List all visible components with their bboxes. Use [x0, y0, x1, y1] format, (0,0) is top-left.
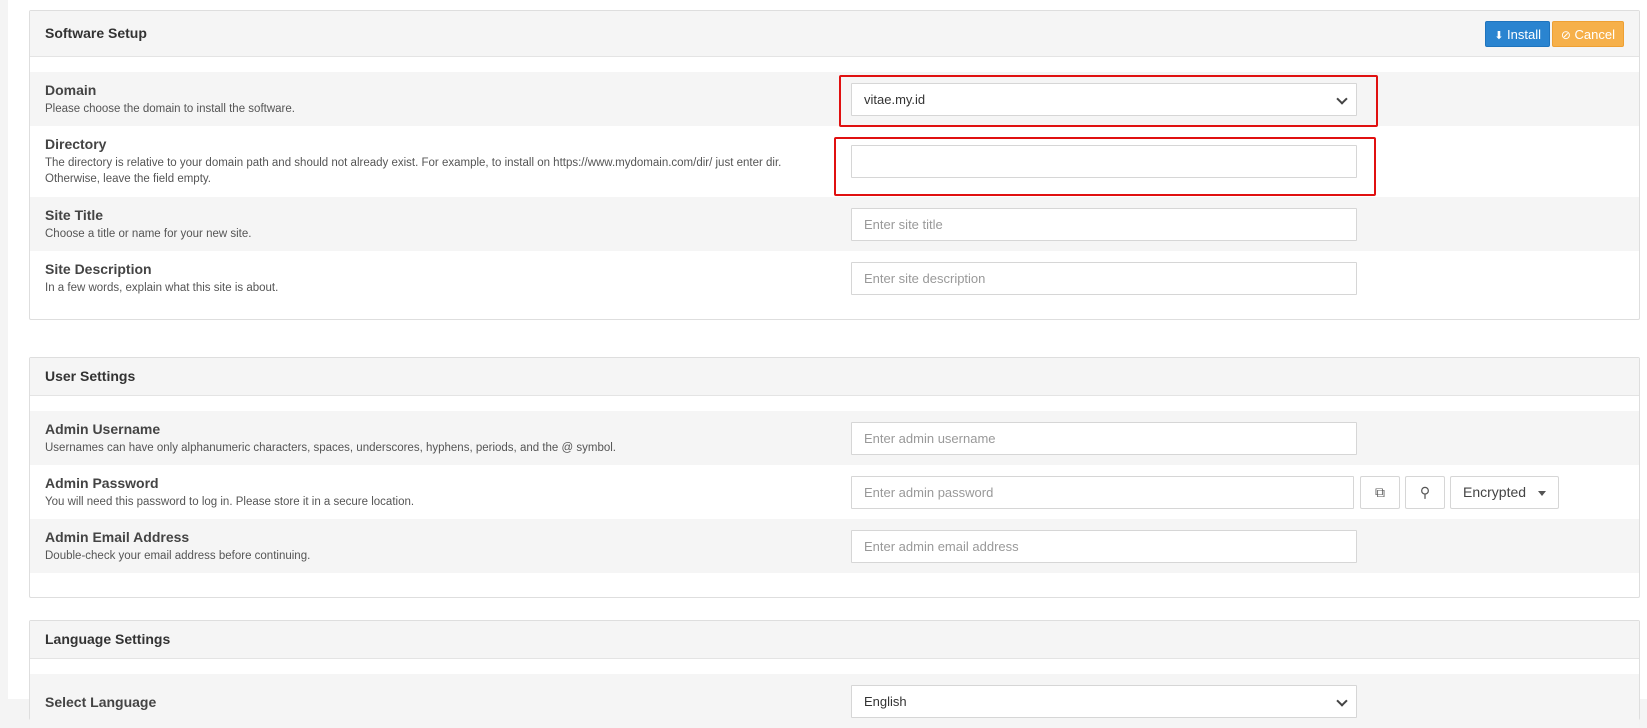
key-icon[interactable]: ⚲: [1405, 476, 1445, 509]
site-title-row: Site Title Choose a title or name for yo…: [30, 197, 1639, 251]
panel-title: User Settings: [45, 368, 136, 384]
admin-password-label: Admin Password: [45, 475, 159, 491]
domain-row: Domain Please choose the domain to insta…: [30, 72, 1639, 126]
admin-username-row: Admin Username Usernames can have only a…: [30, 411, 1639, 465]
panel-title: Software Setup: [45, 25, 147, 41]
cancel-icon: ⊘: [1560, 28, 1571, 42]
user-settings-header: User Settings: [30, 358, 1639, 396]
site-description-row: Site Description In a few words, explain…: [30, 251, 1639, 305]
language-select[interactable]: English: [851, 685, 1357, 718]
directory-label: Directory: [45, 136, 107, 152]
select-language-label: Select Language: [45, 694, 157, 710]
panel-title: Language Settings: [45, 631, 171, 647]
directory-highlight-box: [834, 137, 1376, 196]
caret-down-icon: [1538, 491, 1546, 496]
password-tools: ⧉ ⚲ Encrypted: [1360, 476, 1560, 509]
language-settings-header: Language Settings: [30, 621, 1639, 659]
site-title-label: Site Title: [45, 207, 104, 223]
admin-email-row: Admin Email Address Double-check your em…: [30, 519, 1639, 573]
software-setup-header: Software Setup ⬇ Install ⊘ Cancel: [30, 11, 1639, 57]
domain-highlight-box: [839, 75, 1378, 127]
admin-username-label: Admin Username: [45, 421, 161, 437]
site-description-input[interactable]: Enter site description: [851, 262, 1357, 295]
download-icon: ⬇: [1494, 30, 1504, 42]
admin-username-input[interactable]: Enter admin username: [851, 422, 1357, 455]
directory-description: The directory is relative to your domain…: [45, 157, 782, 185]
install-button[interactable]: ⬇ Install: [1485, 21, 1550, 47]
domain-label: Domain: [45, 82, 97, 98]
admin-password-input[interactable]: Enter admin password: [851, 476, 1354, 509]
admin-email-label: Admin Email Address: [45, 529, 190, 545]
site-title-description: Choose a title or name for your new site…: [45, 228, 252, 240]
chevron-down-icon: [1336, 695, 1348, 707]
select-language-row: Select Language English: [30, 674, 1639, 728]
site-title-input[interactable]: Enter site title: [851, 208, 1357, 241]
site-description-description: In a few words, explain what this site i…: [45, 282, 279, 294]
admin-email-input[interactable]: Enter admin email address: [851, 530, 1357, 563]
domain-description: Please choose the domain to install the …: [45, 103, 295, 115]
site-description-label: Site Description: [45, 261, 152, 277]
admin-username-description: Usernames can have only alphanumeric cha…: [45, 442, 616, 454]
admin-password-description: You will need this password to log in. P…: [45, 496, 415, 508]
admin-password-row: Admin Password You will need this passwo…: [30, 465, 1639, 519]
copy-icon[interactable]: ⧉: [1360, 476, 1400, 509]
cancel-button[interactable]: ⊘ Cancel: [1551, 21, 1624, 47]
encryption-dropdown[interactable]: Encrypted: [1450, 476, 1559, 509]
language-settings-panel: Language Settings Select Language Englis…: [29, 620, 1640, 728]
user-settings-panel: User Settings Admin Username Usernames c…: [29, 357, 1640, 598]
admin-email-description: Double-check your email address before c…: [45, 550, 311, 562]
